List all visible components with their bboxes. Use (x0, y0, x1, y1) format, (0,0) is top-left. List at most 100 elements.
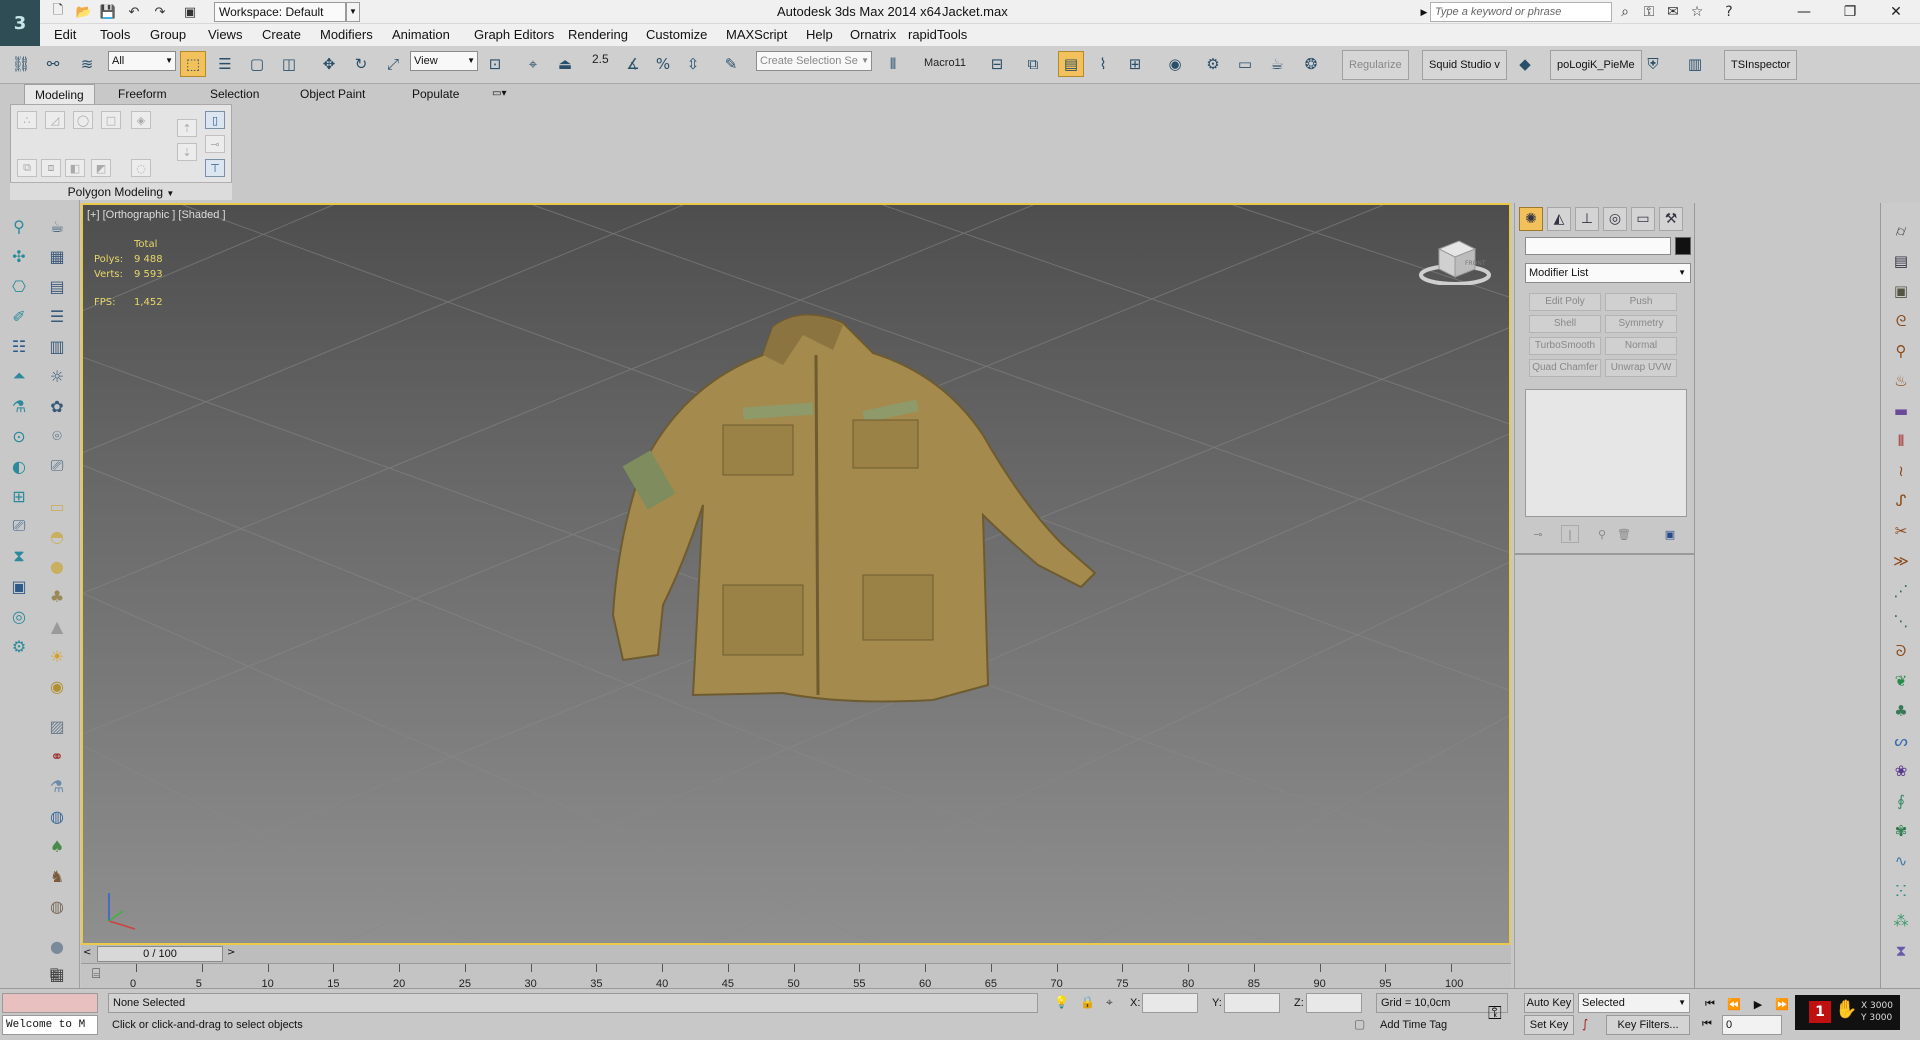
isolate-selection-icon[interactable]: 💡 (1054, 995, 1069, 1009)
disc-icon[interactable]: ◉ (44, 674, 70, 698)
set-key-button[interactable]: Set Key (1524, 1015, 1574, 1035)
make-unique-icon[interactable]: ⚲ (1593, 525, 1611, 543)
select-tool-icon[interactable]: ⚲ (6, 214, 32, 238)
show-end-result-icon[interactable]: | (1561, 525, 1579, 543)
menu-tools[interactable]: Tools (100, 27, 130, 42)
render-tool-icon[interactable]: ⎚ (6, 514, 32, 538)
layers-icon[interactable]: ☰ (44, 304, 70, 328)
tab-populate[interactable]: Populate (402, 84, 469, 104)
select-by-name-icon[interactable]: ☰ (212, 51, 238, 77)
hair-guide-icon[interactable]: ᔕ (1889, 729, 1913, 753)
show-end-result-icon[interactable]: ▯ (205, 111, 225, 129)
braid-icon[interactable]: ⧗ (1889, 939, 1913, 963)
scene-explorer-icon[interactable]: ▤ (1058, 51, 1084, 77)
bind-space-warp-icon[interactable]: ≋ (74, 51, 100, 77)
menu-modifiers[interactable]: Modifiers (320, 27, 373, 42)
molecule-icon[interactable]: ⚭ (44, 744, 70, 768)
plugin-shield-icon[interactable]: ⛨ (1640, 51, 1666, 77)
snap-toggle-label[interactable]: 2.5 (592, 52, 609, 66)
redo-icon[interactable]: ↷ (150, 2, 170, 22)
tab-modeling[interactable]: Modeling (24, 84, 95, 104)
reference-coordinate-dropdown[interactable]: View ▼ (410, 51, 478, 71)
x-coordinate-field[interactable] (1142, 993, 1198, 1013)
leaf-icon[interactable]: ❦ (1889, 669, 1913, 693)
time-tag-icon[interactable]: ▢ (1354, 1017, 1365, 1031)
object-color-swatch[interactable] (1675, 237, 1691, 255)
rotate-icon[interactable]: ↻ (348, 51, 374, 77)
default-tangent-icon[interactable]: ∫ (1582, 1017, 1588, 1031)
material-tool-icon[interactable]: ◐ (6, 454, 32, 478)
helper-icon[interactable]: ⚗ (44, 774, 70, 798)
jacket-model[interactable] (611, 313, 1097, 703)
layer-manager-icon[interactable]: ⧉ (1020, 51, 1046, 77)
menu-edit[interactable]: Edit (54, 27, 76, 42)
scale-icon[interactable]: ⤢ (380, 51, 406, 77)
perspective-viewport[interactable]: [+] [Orthographic ] [Shaded ] Total Poly… (81, 203, 1511, 945)
texture-ball-icon[interactable]: ◍ (44, 894, 70, 918)
named-selection-dropdown[interactable]: Create Selection Se ▼ (756, 51, 872, 71)
selection-lock-icon[interactable]: 🔒 (1080, 995, 1095, 1009)
minimize-icon[interactable]: — (1782, 0, 1826, 24)
previous-frame-arrow-icon[interactable]: < (83, 947, 91, 958)
key-mode-toggle-icon[interactable]: ⏮ (1702, 1017, 1712, 1031)
configure-modifier-sets-icon[interactable]: ▣ (1661, 525, 1679, 543)
communication-icon[interactable]: ✉ (1662, 2, 1684, 22)
render-iterative-icon[interactable]: ❂ (1298, 51, 1324, 77)
auto-key-button[interactable]: Auto Key (1524, 993, 1574, 1013)
next-frame-arrow-icon[interactable]: > (227, 947, 235, 958)
fern-icon[interactable]: ✾ (1889, 819, 1913, 843)
pivot-center-icon[interactable]: ⊡ (482, 51, 508, 77)
play-icon[interactable]: ▶ (1748, 995, 1768, 1013)
modifier-set-normal-button[interactable]: Normal (1605, 337, 1677, 355)
table-icon[interactable]: ▥ (44, 334, 70, 358)
pin-stack-icon[interactable]: ⊸ (205, 135, 225, 153)
paint-tool-icon[interactable]: ✐ (6, 304, 32, 328)
plugin-panel-icon[interactable]: ▥ (1682, 51, 1708, 77)
select-object-icon[interactable]: ⬚ (180, 51, 206, 77)
expand-arrow-icon[interactable]: ▶ (1418, 2, 1430, 22)
strands-icon[interactable]: ⫴ (1889, 429, 1913, 453)
app-logo[interactable]: 3 (0, 0, 40, 46)
spinner-snap-icon[interactable]: ⇳ (680, 51, 706, 77)
move-icon[interactable]: ✥ (316, 51, 342, 77)
box-icon[interactable]: ▣ (1889, 279, 1913, 303)
bulb-tool-icon[interactable]: ⚗ (6, 394, 32, 418)
stack-tools-icon[interactable]: ◩ (91, 159, 111, 177)
chevrons-icon[interactable]: ≫ (1889, 549, 1913, 573)
tab-freeform[interactable]: Freeform (108, 84, 177, 104)
previous-modifier-icon[interactable]: ⇣ (177, 143, 197, 161)
favorites-star-icon[interactable]: ☆ (1686, 2, 1708, 22)
curl-icon[interactable]: ᘓ (1889, 309, 1913, 333)
render-teapot-icon[interactable]: ☕ (1264, 51, 1290, 77)
material-sphere-icon[interactable]: ● (44, 934, 70, 958)
gizmo-tool-icon[interactable]: ⊙ (6, 424, 32, 448)
collapse-icon[interactable]: ◧ (65, 159, 85, 177)
border-icon[interactable]: ◯ (73, 111, 93, 129)
schematic-view-icon[interactable]: ⊞ (1122, 51, 1148, 77)
close-icon[interactable]: ✕ (1874, 0, 1918, 24)
go-to-start-icon[interactable]: ⏮ (1700, 995, 1720, 1013)
eye-tool-icon[interactable]: ◎ (6, 604, 32, 628)
spiral-icon[interactable]: ᘐ (1889, 639, 1913, 663)
curve-editor-icon[interactable]: ⌇ (1090, 51, 1116, 77)
time-slider[interactable]: < 0 / 100 > (81, 945, 1511, 963)
current-frame-field[interactable]: 0 (1722, 1015, 1782, 1035)
modifier-set-unwrap-uvw-button[interactable]: Unwrap UVW (1605, 359, 1677, 377)
material-editor-icon[interactable]: ◉ (1162, 51, 1188, 77)
object-name-field[interactable] (1525, 237, 1671, 255)
sun-icon[interactable]: ☀ (44, 644, 70, 668)
viewport-label[interactable]: [+] [Orthographic ] [Shaded ] (87, 209, 226, 221)
modifier-set-shell-button[interactable]: Shell (1529, 315, 1601, 333)
snap-tool-icon[interactable]: ⏶ (6, 364, 32, 388)
save-file-icon[interactable]: 💾 (98, 2, 118, 22)
viewcube[interactable]: FRONT (1419, 235, 1491, 286)
modify-tab-icon[interactable]: ◭ (1547, 207, 1571, 231)
branch-icon[interactable]: ⋱ (1889, 609, 1913, 633)
open-file-icon[interactable]: 📂 (74, 2, 94, 22)
edge-icon[interactable]: ◿ (45, 111, 65, 129)
dropper-icon[interactable]: ◆ (1512, 51, 1538, 77)
link-icon[interactable]: ⛓ (8, 51, 34, 77)
remove-modifier-icon[interactable]: 🗑 (1615, 525, 1633, 543)
maxscript-mini-listener[interactable]: Welcome to M (2, 1015, 98, 1035)
edit-named-selection-icon[interactable]: ✎ (718, 51, 744, 77)
